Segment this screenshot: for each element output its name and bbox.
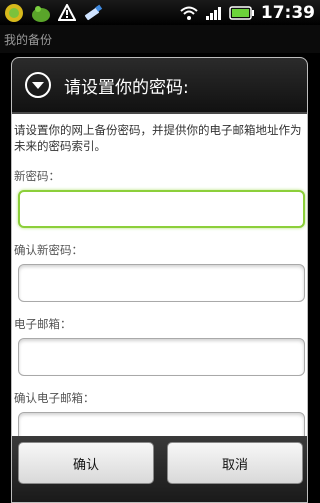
email-input[interactable] <box>18 338 305 376</box>
cancel-button[interactable]: 取消 <box>167 442 303 484</box>
chevron-down-circle-icon <box>25 72 51 98</box>
battery-icon <box>229 5 254 20</box>
password-dialog: 请设置你的密码: 请设置你的网上备份密码，并提供你的电子邮箱地址作为未来的密码索… <box>11 57 308 503</box>
dialog-header: 请设置你的密码: <box>12 58 307 114</box>
app-icon <box>5 3 23 22</box>
confirm-email-label: 确认电子邮箱： <box>14 391 95 405</box>
new-password-input[interactable] <box>18 190 305 228</box>
app-title-bar: 我的备份 <box>0 25 320 53</box>
status-bar: 17:39 <box>0 0 320 25</box>
usb-icon <box>84 4 103 20</box>
email-label: 电子邮箱： <box>14 317 72 331</box>
app-title: 我的备份 <box>4 33 53 47</box>
wifi-icon <box>180 6 198 20</box>
dialog-title: 请设置你的密码: <box>64 77 189 98</box>
notification-icons <box>0 3 104 23</box>
signal-icon <box>205 6 221 20</box>
system-icons: 17:39 <box>179 3 320 23</box>
warning-icon <box>58 3 76 21</box>
dialog-button-bar: 确认 取消 <box>12 436 307 502</box>
confirm-password-label: 确认新密码： <box>14 243 83 257</box>
dialog-description: 请设置你的网上备份密码，并提供你的电子邮箱地址作为未来的密码索引。 <box>14 123 302 153</box>
dialog-body: 请设置你的网上备份密码，并提供你的电子邮箱地址作为未来的密码索引。 新密码： 确… <box>12 114 307 450</box>
new-password-label: 新密码： <box>14 169 60 183</box>
shield-icon <box>32 5 50 22</box>
confirm-button[interactable]: 确认 <box>18 442 154 484</box>
clock: 17:39 <box>260 2 315 23</box>
confirm-password-input[interactable] <box>18 264 305 302</box>
